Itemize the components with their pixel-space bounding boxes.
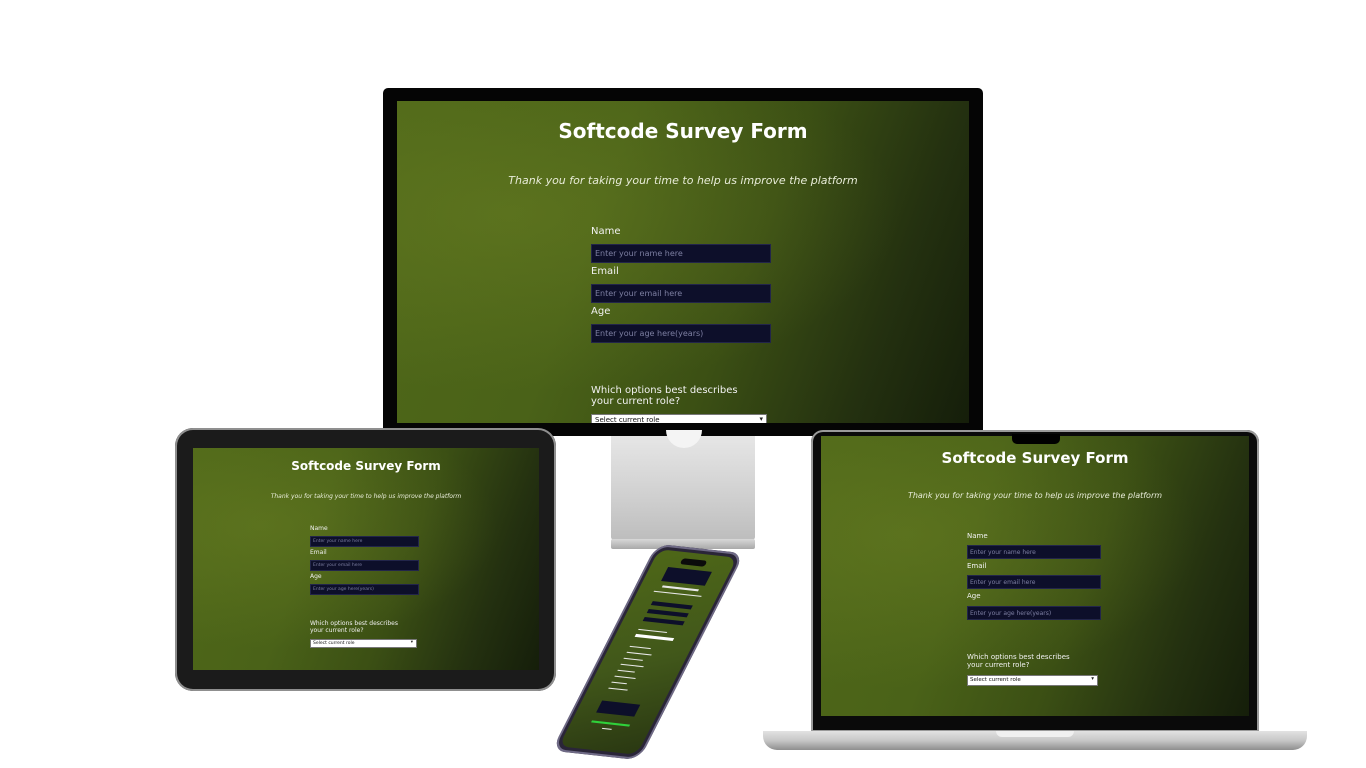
form-description: Thank you for taking your time to help u…: [270, 493, 462, 500]
role-question: Which options best describes your curren…: [967, 653, 1070, 669]
name-label: Name: [310, 525, 328, 532]
chevron-down-icon: ▾: [759, 415, 763, 423]
form-title: Softcode Survey Form: [941, 449, 1129, 467]
form-title: Softcode Survey Form: [558, 119, 808, 143]
role-select[interactable]: Select current role ▾: [310, 639, 417, 648]
phone-age-input[interactable]: [642, 616, 685, 626]
laptop-opening-groove: [996, 731, 1074, 737]
name-label: Name: [967, 532, 988, 540]
age-input[interactable]: Enter your age here(years): [310, 584, 419, 595]
name-input[interactable]: Enter your name here: [591, 244, 771, 263]
phone-screen: [558, 549, 738, 755]
phone-option-line: [614, 675, 636, 679]
phone-option-line: [617, 669, 636, 673]
email-label: Email: [310, 549, 327, 556]
phone-dynamic-island: [679, 558, 708, 567]
age-label: Age: [591, 306, 611, 317]
age-label: Age: [967, 592, 981, 600]
role-question: Which options best describes your curren…: [310, 620, 398, 634]
phone-role-question: [638, 628, 668, 634]
name-label: Name: [591, 226, 621, 237]
laptop-screen: Softcode Survey Form Thank you for takin…: [821, 436, 1249, 716]
email-input[interactable]: Enter your email here: [591, 284, 771, 303]
phone-submit-label: [601, 727, 612, 730]
phone-submit-button[interactable]: [591, 720, 631, 727]
phone-option-line: [623, 657, 643, 661]
role-select-value: Select current role: [595, 416, 660, 423]
phone-option-line: [611, 681, 628, 685]
phone-header-block: [661, 567, 712, 586]
form-title: Softcode Survey Form: [291, 459, 441, 473]
phone-name-input[interactable]: [650, 601, 693, 610]
role-select-value: Select current role: [313, 641, 355, 646]
tablet-screen: Softcode Survey Form Thank you for takin…: [193, 448, 539, 670]
age-input[interactable]: Enter your age here(years): [967, 606, 1101, 620]
role-select[interactable]: Select current role ▾: [967, 675, 1098, 686]
phone-option-line: [608, 687, 628, 691]
monitor-camera-icon: [681, 92, 695, 107]
chevron-down-icon: ▾: [410, 640, 413, 645]
laptop-camera-notch: [1012, 434, 1060, 444]
form-description: Thank you for taking your time to help u…: [508, 174, 858, 187]
age-input[interactable]: Enter your age here(years): [591, 324, 771, 343]
email-input[interactable]: Enter your email here: [967, 575, 1101, 589]
device-mockup-stage: Softcode Survey Form Thank you for takin…: [0, 0, 1366, 768]
phone-form-description: [653, 590, 702, 597]
monitor-screen: Softcode Survey Form Thank you for takin…: [397, 101, 969, 423]
phone-option-line: [626, 651, 652, 656]
name-input[interactable]: Enter your name here: [967, 545, 1101, 559]
form-description: Thank you for taking your time to help u…: [907, 491, 1163, 500]
monitor-stand: [611, 436, 755, 540]
role-select[interactable]: Select current role ▾: [591, 414, 767, 423]
email-input[interactable]: Enter your email here: [310, 560, 419, 571]
email-label: Email: [591, 266, 619, 277]
name-input[interactable]: Enter your name here: [310, 536, 419, 547]
email-label: Email: [967, 562, 987, 570]
phone-email-input[interactable]: [646, 609, 689, 618]
phone-comment-box[interactable]: [596, 700, 641, 717]
age-label: Age: [310, 573, 322, 580]
chevron-down-icon: ▾: [1091, 676, 1094, 682]
phone-option-line: [629, 645, 651, 650]
role-question: Which options best describes your curren…: [591, 385, 738, 407]
role-select-value: Select current role: [970, 677, 1021, 683]
phone-role-select[interactable]: [634, 633, 675, 642]
phone-form-title: [661, 585, 700, 592]
smartphone: [551, 543, 745, 761]
phone-option-line: [620, 663, 644, 668]
